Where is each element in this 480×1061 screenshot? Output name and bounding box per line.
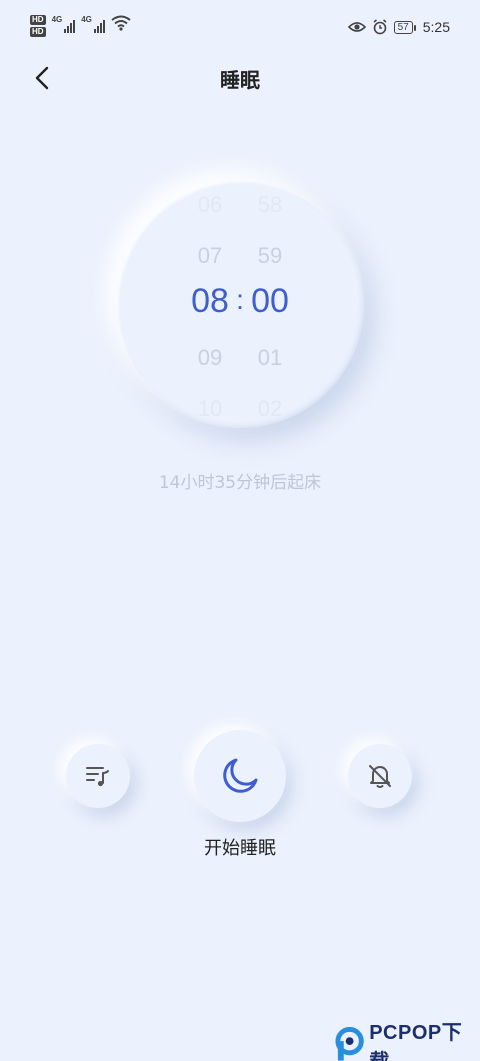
status-time: 5:25 — [422, 19, 450, 35]
watermark-logo: PCPOP下载 — [334, 1016, 480, 1061]
bell-off-icon — [369, 765, 391, 788]
time-picker-dial[interactable]: 06 07 08 09 10 : 58 59 00 01 02 — [116, 180, 364, 428]
hour-option[interactable]: 07 — [180, 243, 240, 269]
network-type: 4G — [81, 15, 92, 24]
start-sleep-button[interactable] — [194, 730, 286, 822]
minute-option[interactable]: 02 — [240, 396, 300, 422]
watermark-text: PCPOP下载 — [369, 1022, 463, 1061]
page-title: 睡眠 — [220, 68, 260, 92]
pcpop-logo-icon — [335, 1027, 364, 1061]
status-left: HD HD 4G 4G — [30, 15, 131, 37]
signal-icon: 4G — [81, 15, 105, 33]
hd-indicators: HD HD — [30, 15, 46, 37]
playlist-music-icon — [86, 767, 109, 787]
moon-icon — [223, 758, 258, 793]
alarm-icon — [373, 19, 387, 35]
hour-option[interactable]: 10 — [180, 396, 240, 422]
hd-badge: HD — [30, 15, 46, 25]
battery-indicator: 57 — [393, 20, 416, 34]
minute-option[interactable]: 59 — [240, 243, 300, 269]
minute-option[interactable]: 58 — [240, 192, 300, 218]
start-sleep-label: 开始睡眠 — [204, 838, 276, 859]
status-bar: HD HD 4G 4G 57 5:25 — [0, 0, 480, 52]
network-type: 4G — [51, 15, 63, 24]
sleep-music-button[interactable] — [66, 744, 130, 808]
eye-icon — [347, 22, 366, 32]
selected-hour[interactable]: 08 — [180, 282, 240, 321]
hour-option[interactable]: 06 — [180, 192, 240, 218]
wake-countdown-text: 14小时35分钟后起床 — [158, 473, 322, 493]
status-right: 57 5:25 — [347, 19, 450, 35]
hd-badge: HD — [30, 27, 46, 37]
signal-icon: 4G — [52, 15, 76, 33]
hour-option[interactable]: 09 — [180, 345, 240, 371]
minute-option[interactable]: 01 — [240, 345, 300, 371]
alarm-toggle-button[interactable] — [348, 744, 412, 808]
wifi-icon — [111, 15, 131, 31]
selected-minute[interactable]: 00 — [240, 282, 300, 321]
